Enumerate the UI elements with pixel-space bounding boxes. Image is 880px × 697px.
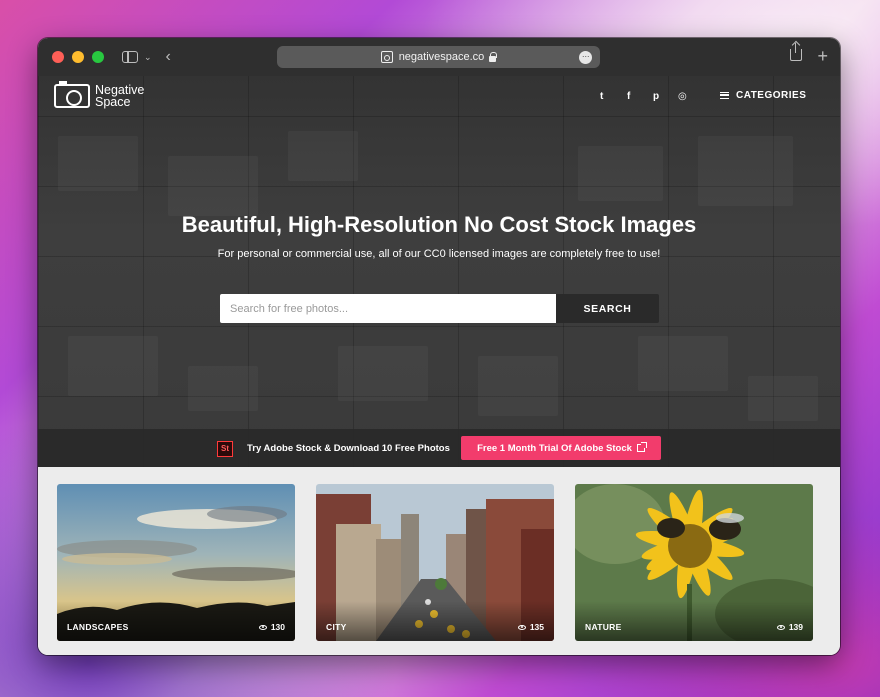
view-count: 135 <box>517 622 544 632</box>
adobe-stock-icon: St <box>217 441 233 457</box>
category-card-landscapes[interactable]: LANDSCAPES 130 <box>57 484 295 641</box>
view-count-value: 135 <box>529 622 544 632</box>
close-button[interactable] <box>52 51 64 63</box>
adobe-promo-bar: St Try Adobe Stock & Download 10 Free Ph… <box>38 429 840 467</box>
pinterest-icon[interactable]: p <box>653 91 659 102</box>
browser-toolbar: ⌄ ‹ negativespace.co ··· + <box>38 38 840 76</box>
share-icon[interactable] <box>790 43 802 61</box>
background-collage <box>38 76 840 467</box>
url-text: negativespace.co <box>398 51 485 63</box>
category-card-city[interactable]: CITY 135 <box>316 484 554 641</box>
category-card-nature[interactable]: NATURE 139 <box>575 484 813 641</box>
menu-icon <box>720 92 729 99</box>
window-controls <box>52 51 104 63</box>
view-count-value: 139 <box>788 622 803 632</box>
back-icon[interactable]: ‹ <box>166 48 171 66</box>
address-bar[interactable]: negativespace.co ··· <box>277 46 600 68</box>
free-trial-button[interactable]: Free 1 Month Trial Of Adobe Stock <box>461 436 661 460</box>
more-icon[interactable]: ··· <box>579 51 592 64</box>
site-favicon-icon <box>380 51 393 63</box>
twitter-icon[interactable]: t <box>600 91 603 102</box>
hero-section: Negative Space t f p ◎ CATEGORIES Beauti… <box>38 76 840 467</box>
view-count-value: 130 <box>270 622 285 632</box>
minimize-button[interactable] <box>72 51 84 63</box>
chevron-down-icon[interactable]: ⌄ <box>144 52 152 63</box>
category-label: NATURE <box>585 622 622 632</box>
site-logo[interactable]: Negative Space <box>54 81 144 109</box>
categories-label: CATEGORIES <box>736 90 807 101</box>
eye-icon <box>776 624 785 630</box>
zoom-button[interactable] <box>92 51 104 63</box>
browser-window: ⌄ ‹ negativespace.co ··· + Negative Spac… <box>38 38 840 655</box>
site-header: Negative Space t f p ◎ CATEGORIES <box>38 76 840 118</box>
external-link-icon <box>636 442 647 452</box>
hero-subline: For personal or commercial use, all of o… <box>217 248 661 260</box>
view-count: 130 <box>258 622 285 632</box>
logo-line-2: Space <box>95 95 131 109</box>
sidebar-icon[interactable] <box>122 51 138 63</box>
search-button[interactable]: SEARCH <box>556 294 659 323</box>
category-label: LANDSCAPES <box>67 622 129 632</box>
eye-icon <box>258 624 267 630</box>
instagram-icon[interactable]: ◎ <box>678 91 687 102</box>
category-label: CITY <box>326 622 347 632</box>
eye-icon <box>517 624 526 630</box>
categories-menu-button[interactable]: CATEGORIES <box>720 90 806 101</box>
search-input[interactable] <box>220 294 556 323</box>
category-grid: LANDSCAPES 130 CITY 135 NATURE 139 <box>38 467 840 655</box>
view-count: 139 <box>776 622 803 632</box>
free-trial-label: Free 1 Month Trial Of Adobe Stock <box>477 442 632 454</box>
camera-logo-icon <box>54 81 90 108</box>
new-tab-icon[interactable]: + <box>817 47 828 65</box>
facebook-icon[interactable]: f <box>627 91 630 102</box>
search-form: SEARCH <box>220 294 659 323</box>
promo-text: Try Adobe Stock & Download 10 Free Photo… <box>247 443 450 454</box>
hero-headline: Beautiful, High-Resolution No Cost Stock… <box>181 212 697 237</box>
lock-icon <box>489 51 498 62</box>
